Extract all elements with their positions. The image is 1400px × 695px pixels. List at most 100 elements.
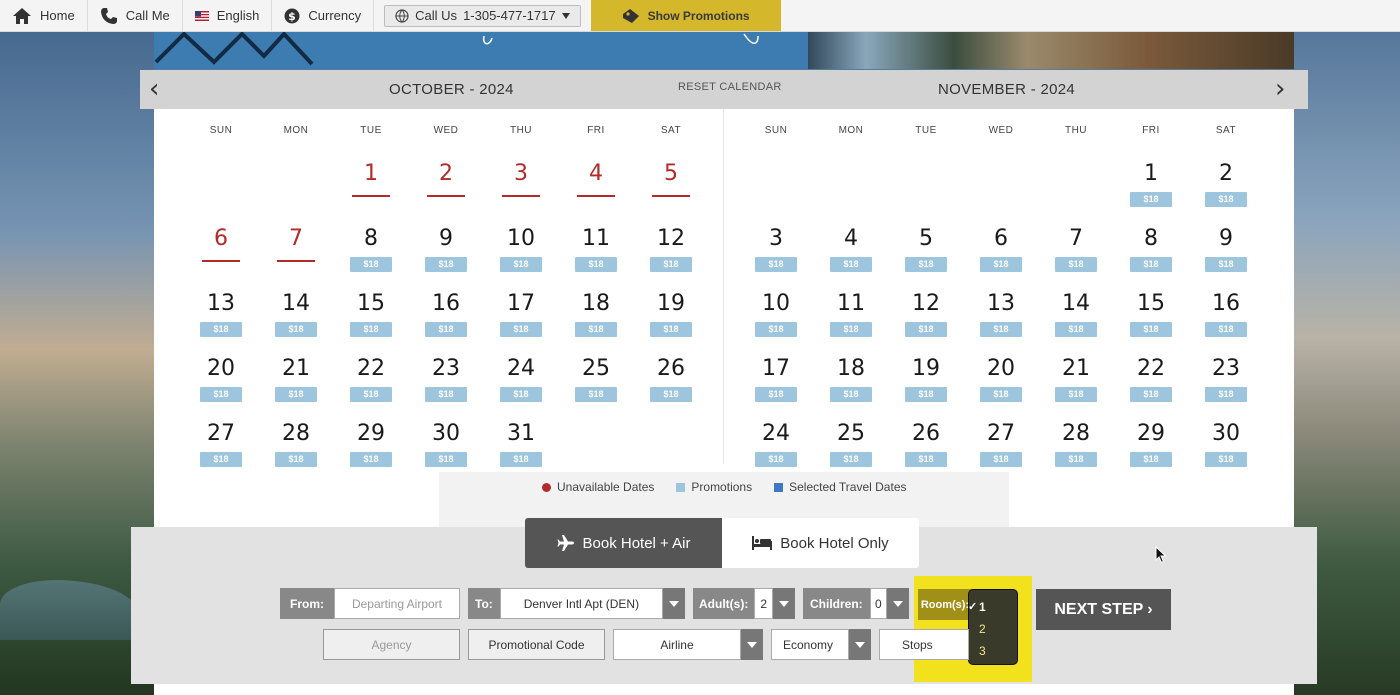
from-input[interactable]: Departing Airport <box>334 588 460 619</box>
calendar-day[interactable]: 27 $18 <box>191 421 251 471</box>
calendar-day[interactable]: 16 $18 <box>1196 291 1256 341</box>
calendar-day[interactable]: 18 $18 <box>821 356 881 406</box>
calendar-day[interactable]: 21 $18 <box>1046 356 1106 406</box>
weekday-header: TUE <box>360 125 382 136</box>
calendar-day[interactable]: 12 $18 <box>641 226 701 276</box>
calendar-day[interactable]: 4 $18 <box>821 226 881 276</box>
adults-caret-icon[interactable] <box>773 588 795 619</box>
rooms-option[interactable]: 2 <box>969 618 1017 640</box>
calendar-day[interactable]: 30 $18 <box>1196 421 1256 471</box>
children-select[interactable]: 0 <box>869 588 887 619</box>
unavailable-underline <box>652 195 690 197</box>
calendar-day[interactable]: 18 $18 <box>566 291 626 341</box>
calendar-day[interactable]: 20 $18 <box>971 356 1031 406</box>
calendar-day[interactable]: 8 $18 <box>341 226 401 276</box>
airline-value[interactable]: Airline <box>613 629 741 660</box>
calendar-day[interactable]: 28 $18 <box>266 421 326 471</box>
calendar-day[interactable]: 8 $18 <box>1121 226 1181 276</box>
rooms-dropdown-list[interactable]: ✓ 1 2 3 <box>968 589 1018 665</box>
calendar-day[interactable]: 30 $18 <box>416 421 476 471</box>
rooms-option[interactable]: 3 <box>969 640 1017 662</box>
calendar-day[interactable]: 17 $18 <box>491 291 551 341</box>
tab-book-hotel-only[interactable]: Book Hotel Only <box>722 518 919 568</box>
calendar-day[interactable]: 27 $18 <box>971 421 1031 471</box>
calendar-day[interactable]: 25 $18 <box>566 356 626 406</box>
calendar-day[interactable]: 1 $18 <box>1121 161 1181 211</box>
cabin-class-value[interactable]: Economy <box>771 629 849 660</box>
calendar-day[interactable]: 23 $18 <box>1196 356 1256 406</box>
from-airport-field[interactable]: From: Departing Airport <box>280 588 460 619</box>
call-us-dropdown[interactable]: Call Us 1-305-477-1717 <box>384 4 581 27</box>
airline-select[interactable]: Airline <box>613 629 763 660</box>
calendar-day[interactable]: 14 $18 <box>1046 291 1106 341</box>
previous-month-button[interactable]: ‹ <box>149 74 159 104</box>
agency-button[interactable]: Agency <box>323 629 460 660</box>
calendar-day[interactable]: 2 $18 <box>1196 161 1256 211</box>
stops-value[interactable]: Stops <box>879 629 969 660</box>
calendar-day[interactable]: 14 $18 <box>266 291 326 341</box>
currency-selector[interactable]: $ Currency <box>272 0 375 31</box>
calendar-day[interactable]: 7 $18 <box>1046 226 1106 276</box>
day-number: 20 <box>207 356 235 381</box>
calendar-day[interactable]: 6 $18 <box>971 226 1031 276</box>
calendar-day[interactable]: 31 $18 <box>491 421 551 471</box>
caret-down-icon <box>561 12 570 19</box>
reset-calendar-button[interactable]: RESET CALENDAR <box>678 81 782 93</box>
calendar-day[interactable]: 22 $18 <box>1121 356 1181 406</box>
calendar-day[interactable]: 12 $18 <box>896 291 956 341</box>
stops-select[interactable]: Stops <box>879 629 969 660</box>
day-number: 21 <box>1062 356 1090 381</box>
next-month-button[interactable]: › <box>1275 74 1285 104</box>
calendar-day[interactable]: 9 $18 <box>416 226 476 276</box>
calendar-day[interactable]: 16 $18 <box>416 291 476 341</box>
to-airport-field[interactable]: To: Denver Intl Apt (DEN) <box>468 588 685 619</box>
calendar-day[interactable]: 22 $18 <box>341 356 401 406</box>
rooms-option[interactable]: ✓ 1 <box>968 596 1017 618</box>
calendar-day[interactable]: 20 $18 <box>191 356 251 406</box>
call-me-link[interactable]: Call Me <box>88 0 183 31</box>
calendar-day[interactable]: 21 $18 <box>266 356 326 406</box>
airline-caret-icon[interactable] <box>741 629 763 660</box>
cabin-class-select[interactable]: Economy <box>771 629 871 660</box>
day-number: 23 <box>432 356 460 381</box>
tab-book-hotel-air[interactable]: Book Hotel + Air <box>525 518 722 568</box>
calendar-day[interactable]: 10 $18 <box>491 226 551 276</box>
to-caret-icon[interactable] <box>663 588 685 619</box>
calendar-day[interactable]: 17 $18 <box>746 356 806 406</box>
language-selector[interactable]: English <box>183 0 273 31</box>
calendar-day[interactable]: 9 $18 <box>1196 226 1256 276</box>
day-price-badge: $18 <box>980 257 1022 272</box>
calendar-day[interactable]: 23 $18 <box>416 356 476 406</box>
calendar-day[interactable]: 26 $18 <box>896 421 956 471</box>
show-promotions-button[interactable]: Show Promotions <box>590 0 781 31</box>
calendar-day[interactable]: 10 $18 <box>746 291 806 341</box>
calendar-day[interactable]: 13 $18 <box>191 291 251 341</box>
calendar-day[interactable]: 29 $18 <box>341 421 401 471</box>
adults-select[interactable]: 2 <box>754 588 773 619</box>
children-caret-icon[interactable] <box>887 588 909 619</box>
next-step-button[interactable]: NEXT STEP › <box>1036 589 1171 630</box>
calendar-day[interactable]: 19 $18 <box>896 356 956 406</box>
calendar-day[interactable]: 24 $18 <box>746 421 806 471</box>
tag-icon <box>622 8 639 23</box>
calendar-day[interactable]: 3 $18 <box>746 226 806 276</box>
home-link[interactable]: Home <box>0 0 88 31</box>
adults-field[interactable]: Adult(s): 2 <box>693 588 795 619</box>
to-select[interactable]: Denver Intl Apt (DEN) <box>499 588 663 619</box>
promotional-code-button[interactable]: Promotional Code <box>468 629 605 660</box>
rooms-label[interactable]: Room(s): <box>918 589 972 620</box>
calendar-day[interactable]: 28 $18 <box>1046 421 1106 471</box>
calendar-day[interactable]: 11 $18 <box>821 291 881 341</box>
calendar-day[interactable]: 15 $18 <box>1121 291 1181 341</box>
calendar-day[interactable]: 13 $18 <box>971 291 1031 341</box>
calendar-day[interactable]: 5 $18 <box>896 226 956 276</box>
calendar-day[interactable]: 11 $18 <box>566 226 626 276</box>
calendar-day[interactable]: 15 $18 <box>341 291 401 341</box>
calendar-day[interactable]: 26 $18 <box>641 356 701 406</box>
calendar-day[interactable]: 25 $18 <box>821 421 881 471</box>
children-field[interactable]: Children: 0 <box>803 588 909 619</box>
calendar-day[interactable]: 19 $18 <box>641 291 701 341</box>
calendar-day[interactable]: 24 $18 <box>491 356 551 406</box>
calendar-day[interactable]: 29 $18 <box>1121 421 1181 471</box>
cabin-caret-icon[interactable] <box>849 629 871 660</box>
